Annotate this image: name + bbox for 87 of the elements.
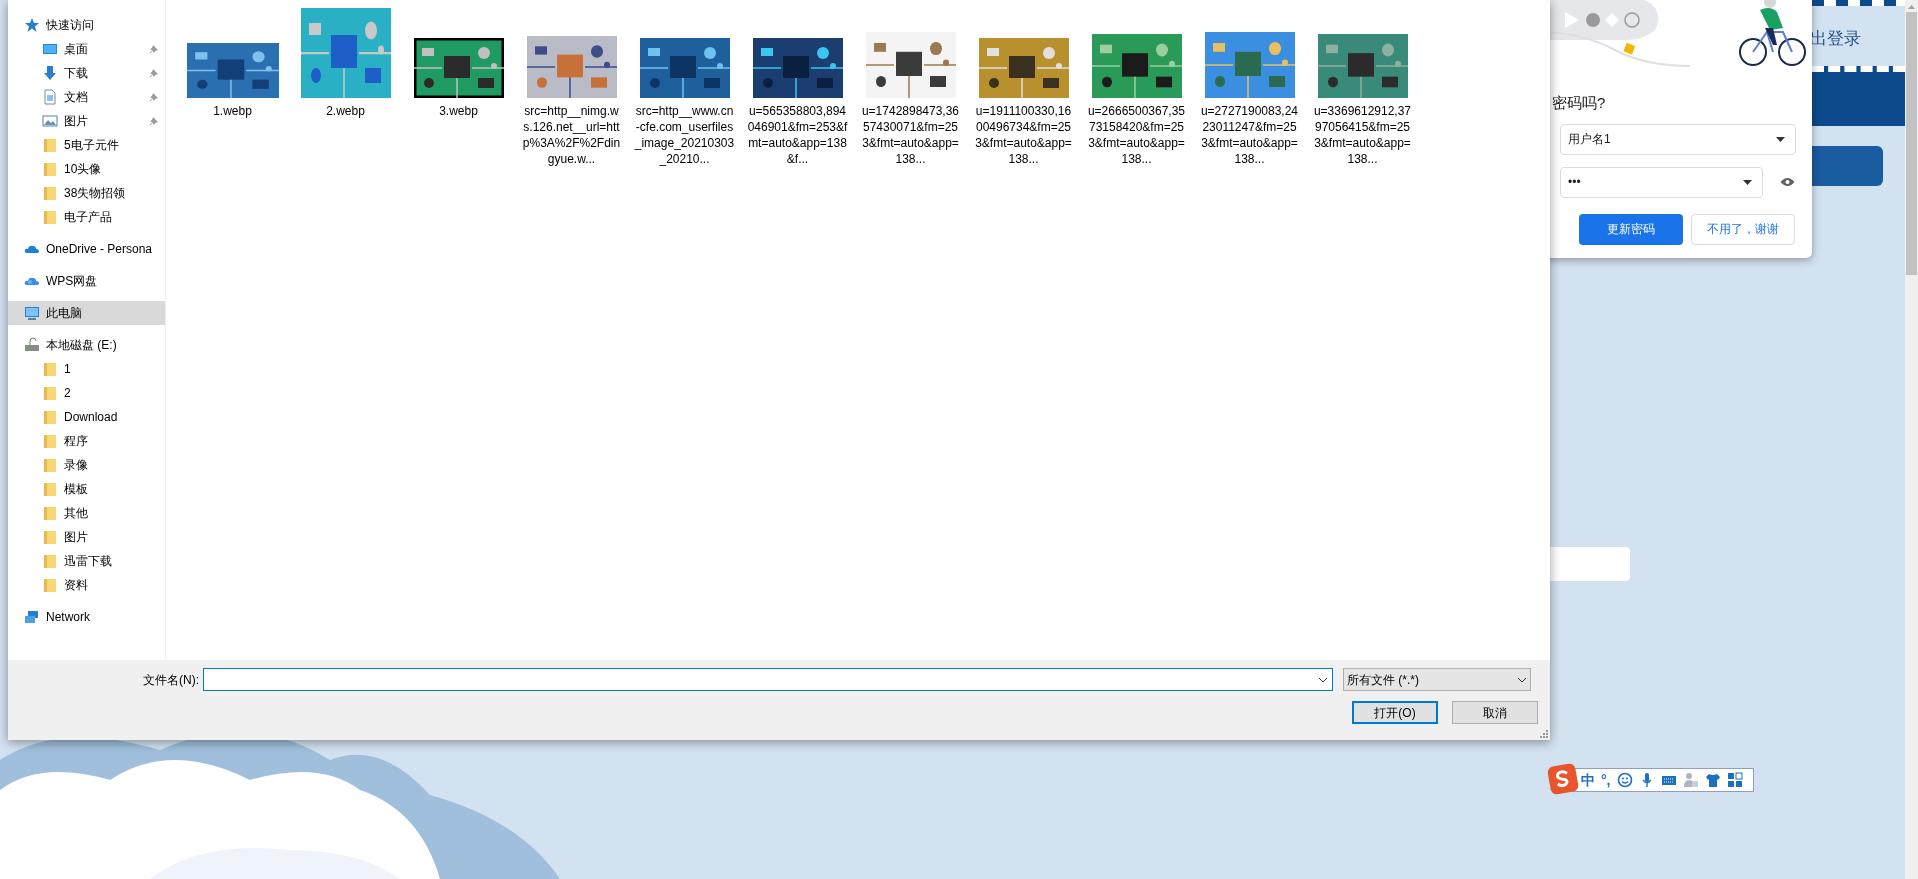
nav-item[interactable]: 2 xyxy=(8,381,165,405)
shirt-icon[interactable] xyxy=(1704,772,1721,788)
file-name[interactable]: 1.webp xyxy=(182,103,283,119)
ime-mode[interactable]: 中 xyxy=(1581,773,1595,787)
nav-item[interactable]: OneDrive - Persona xyxy=(8,237,165,261)
drive-icon xyxy=(24,337,40,353)
field-label: 文件名(N): xyxy=(142,671,200,689)
resize-grip-icon[interactable] xyxy=(1539,729,1548,738)
nav-item[interactable]: 10头像 xyxy=(8,157,165,181)
file-name[interactable]: u=1911100330,1600496734&fm=253&fmt=auto&app=138... xyxy=(973,103,1074,167)
folder-icon xyxy=(42,577,58,593)
dialog-button[interactable]: 取消 xyxy=(1452,701,1538,724)
file-name[interactable]: src=http__nimg.ws.126.net__url=http%3A%2F%2Fdingyue.w... xyxy=(521,103,622,167)
nav-item[interactable]: 38失物招领 xyxy=(8,181,165,205)
file-type-dropdown[interactable]: 所有文件 (*.*) xyxy=(1343,668,1531,691)
nav-item[interactable]: 文档 xyxy=(8,85,165,109)
pin-icon[interactable] xyxy=(149,116,159,126)
site-button[interactable] xyxy=(1812,145,1883,186)
nav-item[interactable]: 录像 xyxy=(8,453,165,477)
nav-item[interactable]: 资料 xyxy=(8,573,165,597)
file-name[interactable]: u=1742898473,3657430071&fm=253&fmt=auto&app=138... xyxy=(860,103,961,167)
eye-icon[interactable] xyxy=(1780,177,1795,187)
popup-button[interactable]: 更新密码 xyxy=(1579,213,1683,245)
nav-item[interactable]: WPS网盘 xyxy=(8,269,165,293)
scroll-up-icon[interactable] xyxy=(1907,4,1916,10)
nav-item[interactable]: Download xyxy=(8,405,165,429)
star-icon xyxy=(24,17,40,33)
dropdown-arrow-icon[interactable] xyxy=(1743,179,1752,185)
nav-item[interactable]: 快速访问 xyxy=(8,13,165,37)
pin-icon[interactable] xyxy=(149,68,159,78)
download-icon xyxy=(42,65,58,81)
folder-icon xyxy=(42,505,58,521)
file-name[interactable]: u=565358803,894046901&fm=253&fmt=auto&app=138&f... xyxy=(747,103,848,167)
nav-item[interactable]: Network xyxy=(8,605,165,629)
nav-item[interactable]: 程序 xyxy=(8,429,165,453)
dialog-button[interactable]: 打开(O) xyxy=(1352,701,1438,724)
folder-icon xyxy=(42,433,58,449)
file-name[interactable]: 3.webp xyxy=(408,103,509,119)
pin-icon[interactable] xyxy=(149,44,159,54)
popup-title: 密码吗? xyxy=(1552,93,1606,113)
file-name-field[interactable] xyxy=(203,668,1333,691)
folder-icon xyxy=(42,137,58,153)
folder-icon xyxy=(42,553,58,569)
pin-icon[interactable] xyxy=(149,92,159,102)
folder-icon xyxy=(42,361,58,377)
picture-icon xyxy=(42,113,58,129)
ime-mode[interactable]: °, xyxy=(1601,773,1611,787)
grid-icon[interactable] xyxy=(1726,772,1743,788)
network-icon xyxy=(24,609,40,625)
username-dropdown[interactable]: 用户名1 xyxy=(1560,123,1796,155)
popup-button[interactable]: 不用了，谢谢 xyxy=(1691,213,1795,245)
nav-item[interactable]: 图片 xyxy=(8,109,165,133)
file-name[interactable]: src=http__www.cn-cfe.com_userfiles_image_20210303_20210... xyxy=(634,103,735,167)
folder-icon xyxy=(42,529,58,545)
folder-icon xyxy=(42,185,58,201)
password-field[interactable]: ••• xyxy=(1560,166,1763,198)
chevron-down-icon[interactable] xyxy=(1517,676,1527,683)
nav-item[interactable]: 下载 xyxy=(8,61,165,85)
ime-logo[interactable] xyxy=(1546,762,1580,796)
file-name[interactable]: u=3369612912,3797056415&fm=253&fmt=auto&app=138... xyxy=(1312,103,1413,167)
desktop-icon xyxy=(42,41,58,57)
nav-item[interactable]: 桌面 xyxy=(8,37,165,61)
file-name[interactable]: u=2666500367,3573158420&fm=253&fmt=auto&app=138... xyxy=(1086,103,1187,167)
nav-item[interactable]: 迅雷下载 xyxy=(8,549,165,573)
file-name[interactable]: u=2727190083,2423011247&fm=253&fmt=auto&app=138... xyxy=(1199,103,1300,167)
file-name[interactable]: 2.webp xyxy=(295,103,396,119)
folder-icon xyxy=(42,481,58,497)
nav-item[interactable]: 5电子元件 xyxy=(8,133,165,157)
dropdown-arrow-icon[interactable] xyxy=(1776,136,1785,142)
folder-icon xyxy=(42,161,58,177)
folder-icon xyxy=(42,209,58,225)
folder-icon xyxy=(42,385,58,401)
nav-item[interactable]: 模板 xyxy=(8,477,165,501)
computer-icon xyxy=(24,305,40,321)
nav-item[interactable]: 其他 xyxy=(8,501,165,525)
nav-item[interactable]: 1 xyxy=(8,357,165,381)
chevron-down-icon[interactable] xyxy=(1318,676,1328,683)
scrollbar[interactable] xyxy=(1905,0,1918,879)
nav-item[interactable]: 图片 xyxy=(8,525,165,549)
document-icon xyxy=(42,89,58,105)
nav-item[interactable]: 此电脑 xyxy=(8,301,165,325)
folder-icon xyxy=(42,457,58,473)
folder-icon xyxy=(42,409,58,425)
nav-item[interactable]: 电子产品 xyxy=(8,205,165,229)
smiley-icon[interactable] xyxy=(1616,772,1633,788)
nav-item[interactable]: 本地磁盘 (E:) xyxy=(8,333,165,357)
scroll-thumb[interactable] xyxy=(1906,12,1917,275)
